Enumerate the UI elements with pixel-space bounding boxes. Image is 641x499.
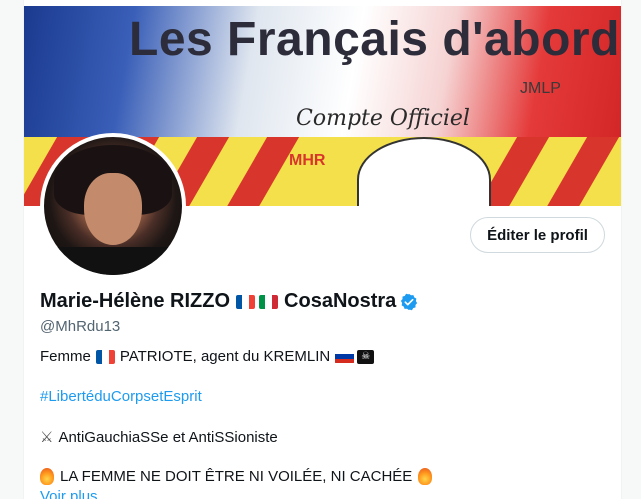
- avatar-face: [84, 173, 142, 245]
- bio-line-4: LA FEMME NE DOIT ÊTRE NI VOILÉE, NI CACH…: [40, 468, 433, 485]
- banner-lower-label: MHR: [289, 152, 326, 169]
- display-name-row: Marie-Hélène RIZZO CosaNostra: [40, 290, 418, 313]
- profile-handle: @MhRdu13: [40, 318, 121, 335]
- display-name: Marie-Hélène RIZZO: [40, 290, 231, 312]
- bio-line-3: ⚔ AntiGauchiaSSe et AntiSSioniste: [40, 428, 278, 447]
- banner-title: Les Français d'abord: [129, 13, 620, 66]
- see-more-link[interactable]: Voir plus: [40, 488, 98, 499]
- display-name-suffix: CosaNostra: [284, 290, 397, 312]
- france-flag-icon: [95, 349, 115, 364]
- banner-official-label: Compte Officiel: [296, 106, 470, 131]
- crossed-swords-icon: ⚔: [40, 429, 54, 446]
- bio-line-4-text: LA FEMME NE DOIT ÊTRE NI VOILÉE, NI CACH…: [60, 468, 413, 485]
- russia-flag-icon: [335, 349, 355, 364]
- bio-line-1-start: Femme: [40, 348, 91, 365]
- avatar-body: [44, 247, 182, 275]
- verified-badge-icon[interactable]: [400, 293, 418, 311]
- italy-flag-icon: [259, 294, 279, 309]
- france-flag-icon: [236, 294, 256, 309]
- fire-icon: [418, 468, 433, 485]
- bio-line-1-end: PATRIOTE, agent du KREMLIN: [119, 348, 331, 365]
- bio-hashtag-row: #LibertéduCorpsetEsprit: [40, 388, 202, 405]
- bio-hashtag-link[interactable]: #LibertéduCorpsetEsprit: [40, 388, 202, 405]
- avatar[interactable]: [40, 133, 186, 279]
- banner-subtitle: JMLP: [520, 80, 561, 97]
- bio-line-3-text: AntiGauchiaSSe et AntiSSioniste: [58, 428, 278, 446]
- pirate-flag-icon: ☠: [357, 349, 375, 364]
- edit-profile-button[interactable]: Éditer le profil: [470, 217, 605, 253]
- fire-icon: [40, 468, 54, 485]
- bio-line-1: Femme PATRIOTE, agent du KREMLIN ☠: [40, 348, 375, 365]
- profile-card: Les Français d'abord JMLP Compte Officie…: [23, 0, 622, 499]
